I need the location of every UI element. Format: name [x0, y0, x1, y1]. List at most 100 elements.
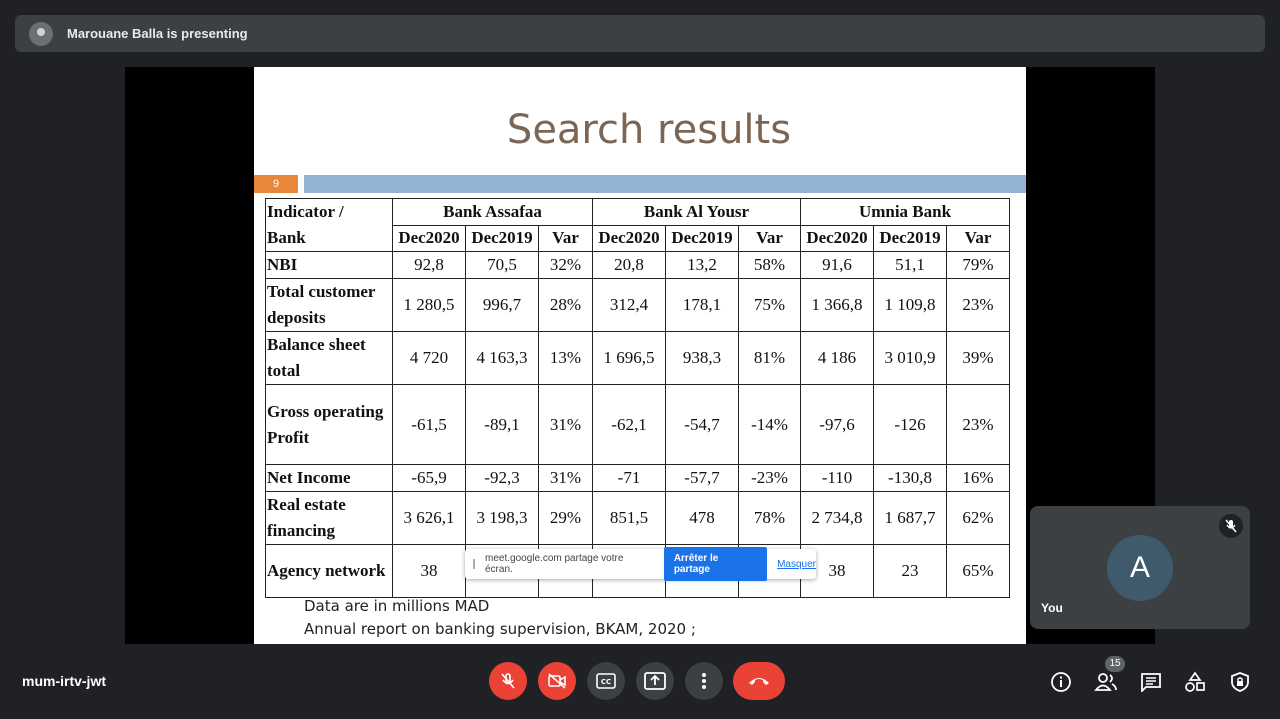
present-icon [644, 672, 666, 690]
table-cell: 23 [873, 544, 947, 598]
table-cell: -97,6 [800, 384, 874, 465]
table-cell: 851,5 [592, 491, 666, 545]
table-cell: -23% [738, 464, 801, 492]
table-cell: 312,4 [592, 278, 666, 332]
table-cell: 38 [392, 544, 466, 598]
table-cell: 478 [665, 491, 739, 545]
table-cell: 938,3 [665, 331, 739, 385]
slide-title: Search results [506, 107, 792, 153]
col-header: Dec2019 [465, 224, 539, 252]
table-cell: 1 687,7 [873, 491, 947, 545]
table-cell: -71 [592, 464, 666, 492]
presenter-label: Marouane Balla is presenting [67, 26, 248, 41]
table-header-row: Indicator / Bank Bank Assafaa Bank Al Yo… [265, 198, 1010, 252]
more-options-button[interactable] [685, 662, 723, 700]
table-cell: 81% [738, 331, 801, 385]
table-cell: 13% [538, 331, 593, 385]
row-label: Agency network [265, 544, 393, 598]
activities-button[interactable] [1182, 669, 1208, 695]
row-label: NBI [265, 251, 393, 279]
mic-off-icon [501, 673, 515, 689]
footnote-units: Data are in millions MAD [304, 597, 490, 615]
more-icon [702, 673, 706, 689]
table-cell: -89,1 [465, 384, 539, 465]
participants-count-badge: 15 [1105, 656, 1125, 672]
bank-assafaa-header: Bank Assafaa [392, 198, 593, 226]
table-row: NBI 92,8 70,5 32% 20,8 13,2 58% 91,6 51,1 79% [265, 251, 1010, 279]
table-cell: -130,8 [873, 464, 947, 492]
captions-button[interactable]: CC [587, 662, 625, 700]
camera-toggle-button[interactable] [538, 662, 576, 700]
table-cell: 78% [738, 491, 801, 545]
footnote-source: Annual report on banking supervision, BK… [304, 620, 696, 638]
row-label: Gross operating Profit [265, 384, 393, 465]
drag-handle-icon[interactable] [473, 559, 475, 569]
table-cell: 23% [946, 384, 1010, 465]
screen-share-banner: meet.google.com partage votre écran. Arr… [465, 547, 816, 581]
table-cell: 4 163,3 [465, 331, 539, 385]
table-cell: 4 720 [392, 331, 466, 385]
svg-text:CC: CC [601, 678, 611, 686]
table-cell: 65% [946, 544, 1010, 598]
self-name: You [1041, 601, 1063, 615]
col-header: Dec2020 [800, 224, 874, 252]
indicator-header: Indicator / Bank [265, 198, 393, 252]
slide-header-bar [304, 175, 1026, 193]
col-header: Dec2020 [392, 224, 466, 252]
table-cell: 51,1 [873, 251, 947, 279]
host-controls-icon [1231, 672, 1249, 692]
info-icon [1051, 672, 1071, 692]
table-cell: 4 186 [800, 331, 874, 385]
captions-icon: CC [596, 673, 616, 689]
table-cell: 58% [738, 251, 801, 279]
row-label: Net Income [265, 464, 393, 492]
self-video-tile[interactable]: A You [1030, 506, 1250, 629]
col-header: Dec2020 [592, 224, 666, 252]
table-cell: 62% [946, 491, 1010, 545]
table-cell: 3 626,1 [392, 491, 466, 545]
col-header: Var [738, 224, 801, 252]
table-cell: 3 198,3 [465, 491, 539, 545]
leave-call-button[interactable] [733, 662, 785, 700]
table-cell: 31% [538, 464, 593, 492]
slide-number: 9 [254, 175, 298, 193]
chat-button[interactable] [1138, 669, 1164, 695]
table-row: Gross operating Profit -61,5 -89,1 31% -62,1… [265, 384, 1010, 465]
row-label: Real estate financing [265, 491, 393, 545]
stop-sharing-button[interactable]: Arrêter le partage [663, 547, 768, 581]
table-cell: 70,5 [465, 251, 539, 279]
mic-toggle-button[interactable] [489, 662, 527, 700]
presenter-avatar [29, 21, 53, 46]
table-cell: 39% [946, 331, 1010, 385]
mic-off-icon [1219, 514, 1243, 538]
table-cell: 1 109,8 [873, 278, 947, 332]
table-row: Balance sheet total 4 720 4 163,3 13% 1 696,… [265, 331, 1010, 385]
umnia-bank-header: Umnia Bank [800, 198, 1010, 226]
table-cell: 1 696,5 [592, 331, 666, 385]
table-cell: -57,7 [665, 464, 739, 492]
table-cell: -54,7 [665, 384, 739, 465]
table-cell: 29% [538, 491, 593, 545]
table-cell: 32% [538, 251, 593, 279]
meeting-details-button[interactable] [1048, 669, 1074, 695]
table-cell: 20,8 [592, 251, 666, 279]
table-cell: 996,7 [465, 278, 539, 332]
row-label: Balance sheet total [265, 331, 393, 385]
present-button[interactable] [636, 662, 674, 700]
host-controls-button[interactable] [1227, 669, 1253, 695]
table-cell: 79% [946, 251, 1010, 279]
table-cell: -61,5 [392, 384, 466, 465]
camera-off-icon [548, 673, 566, 689]
table-cell: -62,1 [592, 384, 666, 465]
table-cell: 1 366,8 [800, 278, 874, 332]
table-row: Total customer deposits 1 280,5 996,7 28% 31… [265, 278, 1010, 332]
table-cell: 23% [946, 278, 1010, 332]
presentation-stage: Search results 9 Indicator / Bank Bank A… [125, 67, 1155, 644]
table-cell: 91,6 [800, 251, 874, 279]
people-icon [1094, 673, 1117, 691]
table-cell: -65,9 [392, 464, 466, 492]
chat-icon [1141, 673, 1161, 692]
people-button[interactable] [1093, 669, 1119, 695]
table-cell: 16% [946, 464, 1010, 492]
hide-banner-link[interactable]: Masquer [777, 559, 816, 570]
